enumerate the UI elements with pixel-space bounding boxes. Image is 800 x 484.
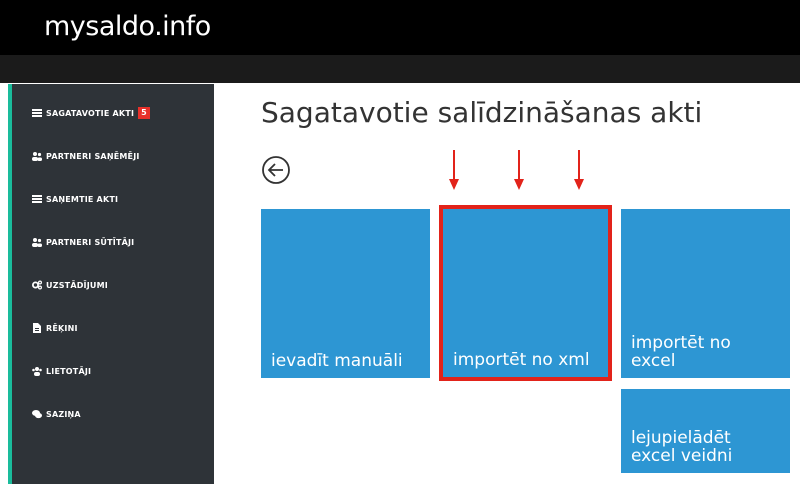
top-bar: mysaldo.info: [0, 0, 800, 55]
sidebar-item-label: PARTNERI SAŅĒMĒJI: [46, 151, 140, 161]
sidebar-item-lietotaji[interactable]: LIETOTĀJI: [32, 361, 91, 381]
sidebar-item-label: SAGATAVOTIE AKTI: [46, 108, 135, 118]
tile-label: importēt no excel: [631, 333, 731, 371]
sub-bar: [0, 55, 800, 83]
gears-icon: [32, 280, 42, 290]
sidebar-item-label: SAŅEMTIE AKTI: [46, 194, 119, 204]
sidebar-item-label: PARTNERI SŪTĪTĀJI: [46, 237, 135, 247]
tile-lejupieladet-excel-veidni[interactable]: lejupielādēt excel veidni: [621, 389, 790, 473]
user-group-icon: [32, 366, 42, 376]
sidebar-item-label: SAZIŅA: [46, 409, 81, 419]
brand-logo[interactable]: mysaldo.info: [44, 11, 211, 42]
users-icon: [32, 237, 42, 247]
sidebar-item-label: RĒĶINI: [46, 323, 78, 333]
tile-label: lejupielādēt excel veidni: [631, 428, 733, 466]
list-icon: [32, 194, 42, 204]
tile-ievadit-manuali[interactable]: ievadīt manuāli: [261, 209, 430, 378]
chat-icon: [32, 409, 42, 419]
tile-label: importēt no xml: [453, 350, 590, 370]
tile-importet-no-excel[interactable]: importēt no excel: [621, 209, 790, 378]
file-icon: [32, 323, 42, 333]
sidebar: SAGATAVOTIE AKTI 5 PARTNERI SAŅĒMĒJI SAŅ…: [8, 84, 214, 484]
back-button[interactable]: [260, 154, 292, 186]
arrow-down-icon: [449, 150, 459, 190]
page-title: Sagatavotie salīdzināšanas akti: [261, 96, 703, 129]
sidebar-item-sanemtie-akti[interactable]: SAŅEMTIE AKTI: [32, 189, 118, 209]
count-badge: 5: [138, 107, 150, 119]
sidebar-item-uzstadijumi[interactable]: UZSTĀDĪJUMI: [32, 275, 108, 295]
tile-importet-no-xml[interactable]: importēt no xml: [443, 209, 608, 377]
users-icon: [32, 151, 42, 161]
arrow-down-icon: [574, 150, 584, 190]
sidebar-item-label: LIETOTĀJI: [46, 366, 92, 376]
list-icon: [32, 108, 42, 118]
sidebar-item-partneri-sanemeji[interactable]: PARTNERI SAŅĒMĒJI: [32, 146, 140, 166]
sidebar-item-rekini[interactable]: RĒĶINI: [32, 318, 78, 338]
tile-label: ievadīt manuāli: [271, 351, 403, 371]
sidebar-item-partneri-sutitaji[interactable]: PARTNERI SŪTĪTĀJI: [32, 232, 134, 252]
sidebar-item-label: UZSTĀDĪJUMI: [46, 280, 108, 290]
sidebar-item-sazina[interactable]: SAZIŅA: [32, 404, 81, 424]
arrow-left-circle-icon: [262, 156, 290, 184]
sidebar-item-sagatavotie-akti[interactable]: SAGATAVOTIE AKTI 5: [32, 103, 150, 123]
arrow-down-icon: [514, 150, 524, 190]
